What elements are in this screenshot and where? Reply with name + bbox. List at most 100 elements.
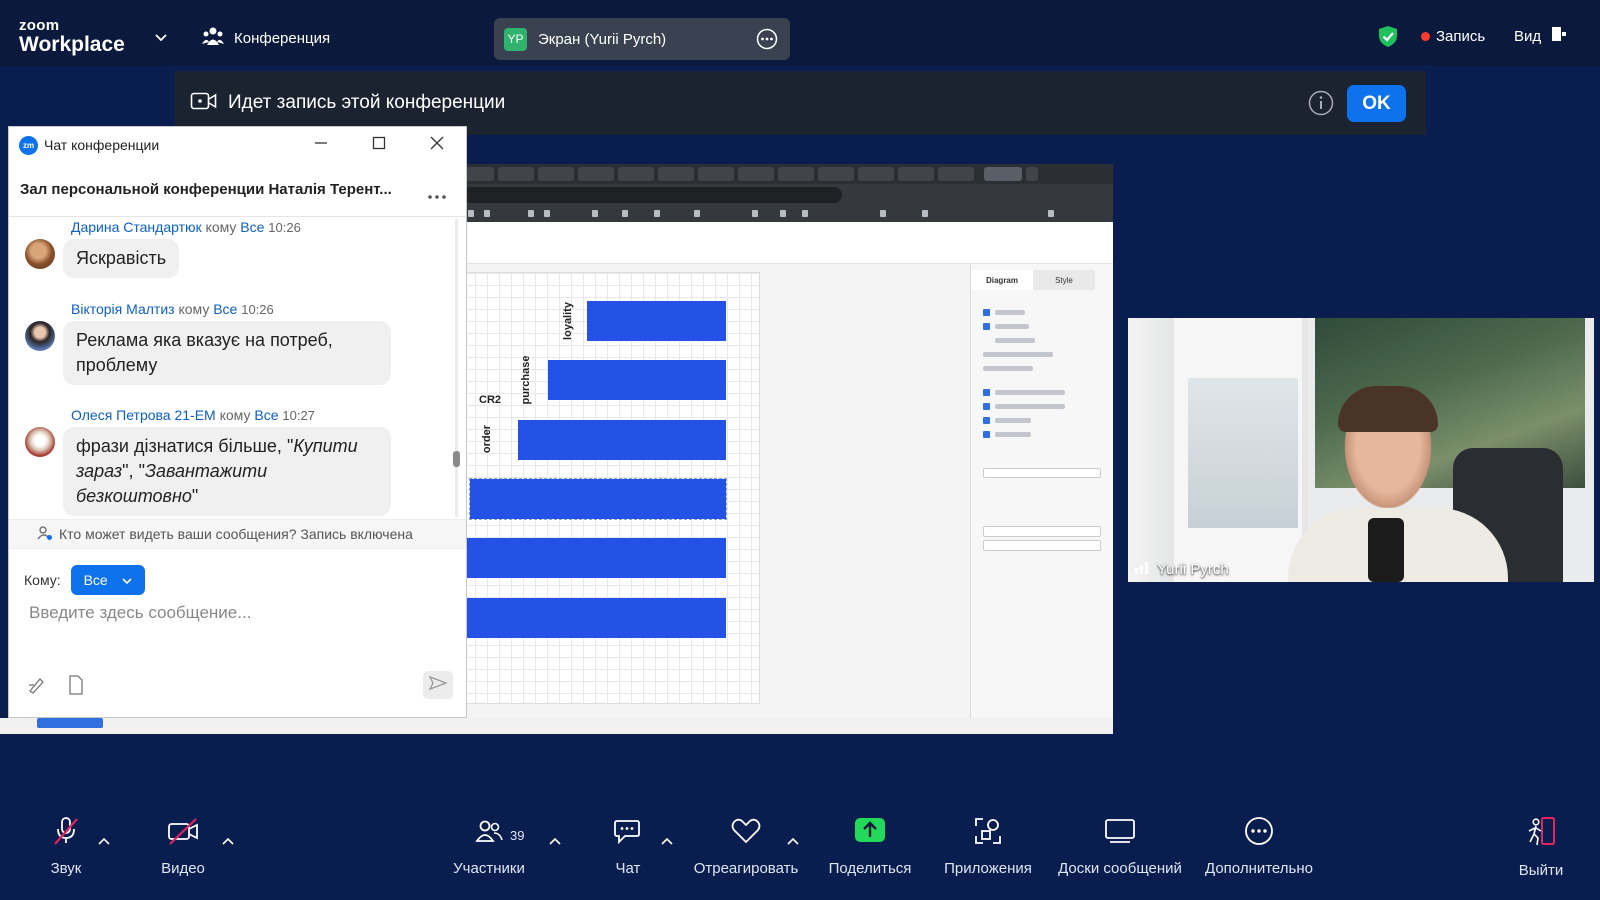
info-icon[interactable] <box>1308 90 1334 121</box>
bookmark <box>780 210 786 217</box>
share-button[interactable]: Поделиться <box>829 816 911 877</box>
paper-size-select[interactable] <box>983 468 1101 478</box>
option-text <box>983 366 1033 371</box>
more-button[interactable]: Дополнительно <box>1200 816 1318 877</box>
recording-indicator[interactable]: Запись <box>1421 28 1485 45</box>
participants-label: Участники <box>453 860 525 877</box>
chat-button[interactable]: Чат <box>608 816 648 877</box>
sender-name[interactable]: Вікторія Малтиз <box>71 301 175 317</box>
diagram-bar[interactable] <box>518 420 726 460</box>
recipient-name[interactable]: Все <box>213 301 237 317</box>
avatar[interactable] <box>25 427 55 457</box>
chat-message-list[interactable]: Дарина Стандартюк кому Все 10:26 Яскраві… <box>9 217 459 519</box>
tab-style[interactable]: Style <box>1033 270 1095 290</box>
audio-button[interactable]: Звук <box>46 816 86 877</box>
chevron-up-icon[interactable] <box>661 832 673 850</box>
bookmark <box>654 210 660 217</box>
whiteboards-button[interactable]: Доски сообщений <box>1055 816 1185 877</box>
checkbox[interactable] <box>983 417 990 424</box>
diagram-bar[interactable] <box>548 360 726 400</box>
recipient-select[interactable]: Все <box>70 565 145 595</box>
more-shapes-button[interactable] <box>37 718 103 728</box>
tab-diagram[interactable]: Diagram <box>971 270 1033 290</box>
browser-tab <box>498 167 534 181</box>
checkbox[interactable] <box>983 309 990 316</box>
diagram-bar[interactable] <box>587 301 726 341</box>
browser-tab <box>938 167 974 181</box>
browser-tab <box>618 167 654 181</box>
chevron-up-icon[interactable] <box>98 832 110 850</box>
chevron-down-icon[interactable] <box>154 30 168 48</box>
leave-button[interactable]: Выйти <box>1516 816 1566 879</box>
chat-titlebar: zm Чат конференции <box>9 127 466 163</box>
view-label: Вид <box>1514 27 1542 45</box>
sender-name[interactable]: Олеся Петрова 21-ЕМ <box>71 407 216 423</box>
diagram-bar[interactable] <box>462 538 726 578</box>
view-button[interactable]: Вид <box>1514 26 1567 46</box>
bookmark <box>544 210 550 217</box>
minimize-icon[interactable] <box>313 135 329 156</box>
option-text <box>995 390 1065 395</box>
visibility-notice[interactable]: Кто может видеть ваши сообщения? Запись … <box>9 519 466 549</box>
browser-tab-active <box>984 167 1022 181</box>
recipient-value: Все <box>83 572 108 588</box>
shield-icon[interactable] <box>1378 25 1398 53</box>
maximize-icon[interactable] <box>371 135 387 156</box>
share-label: Поделиться <box>828 860 912 877</box>
avatar[interactable] <box>25 321 55 351</box>
chat-scrollbar-track[interactable] <box>455 219 458 517</box>
send-button[interactable] <box>423 671 453 699</box>
message-time: 10:26 <box>268 220 301 235</box>
chat-scrollbar-thumb[interactable] <box>453 451 460 467</box>
sender-name[interactable]: Дарина Стандартюк <box>71 219 202 235</box>
format-icon[interactable] <box>27 675 47 700</box>
banner-text: Идет запись этой конференции <box>228 92 506 113</box>
clear-default-style-button[interactable] <box>983 540 1101 551</box>
message-time: 10:26 <box>241 302 274 317</box>
option-text <box>995 324 1029 329</box>
participants-icon <box>474 816 504 850</box>
diagram-bar[interactable] <box>462 598 726 638</box>
chat-room-header: Зал персональной конференции Наталія Тер… <box>9 163 466 217</box>
share-arrow-icon <box>854 816 886 850</box>
checkbox[interactable] <box>983 403 990 410</box>
recipient-name[interactable]: Все <box>254 407 278 423</box>
avatar[interactable] <box>25 239 55 269</box>
chevron-up-icon[interactable] <box>787 832 799 850</box>
ok-button[interactable]: OK <box>1347 85 1406 122</box>
diagram-bar-selected[interactable] <box>469 478 727 520</box>
checkbox[interactable] <box>983 323 990 330</box>
chevron-up-icon[interactable] <box>549 832 561 850</box>
more-icon[interactable] <box>427 187 447 205</box>
react-button[interactable]: Отреагировать <box>693 816 799 877</box>
zoom-workplace-logo: zoom Workplace <box>19 18 125 55</box>
conference-button[interactable]: Конференция <box>202 26 330 50</box>
message-input[interactable] <box>29 603 429 623</box>
checkbox[interactable] <box>983 389 990 396</box>
to-word: кому <box>219 407 251 423</box>
browser-tab <box>898 167 934 181</box>
participant-video-tile[interactable]: Yurii Pyrch <box>1128 318 1594 582</box>
shared-screen-footer <box>0 718 1113 734</box>
checkbox[interactable] <box>983 431 990 438</box>
message-bubble: Яскравість <box>63 239 180 278</box>
user-lock-icon <box>37 525 53 544</box>
participants-button[interactable]: Участники <box>448 816 530 877</box>
video-label: Видео <box>161 860 205 877</box>
screen-share-indicator[interactable]: YP Экран (Yurii Pyrch) <box>494 18 790 60</box>
video-button[interactable]: Видео <box>158 816 208 877</box>
video-off-icon <box>167 816 199 850</box>
bookmark <box>468 210 474 217</box>
bar-label-order: order <box>481 424 493 454</box>
react-label: Отреагировать <box>693 860 799 877</box>
edit-data-button[interactable] <box>983 526 1101 537</box>
to-word: кому <box>178 301 210 317</box>
message-text: " <box>191 486 199 506</box>
apps-button[interactable]: Приложения <box>943 816 1033 877</box>
close-icon[interactable] <box>429 135 445 156</box>
chevron-up-icon[interactable] <box>222 832 234 850</box>
url-field <box>462 187 842 203</box>
file-icon[interactable] <box>67 675 85 700</box>
recipient-name[interactable]: Все <box>240 219 264 235</box>
more-icon[interactable] <box>756 28 778 55</box>
